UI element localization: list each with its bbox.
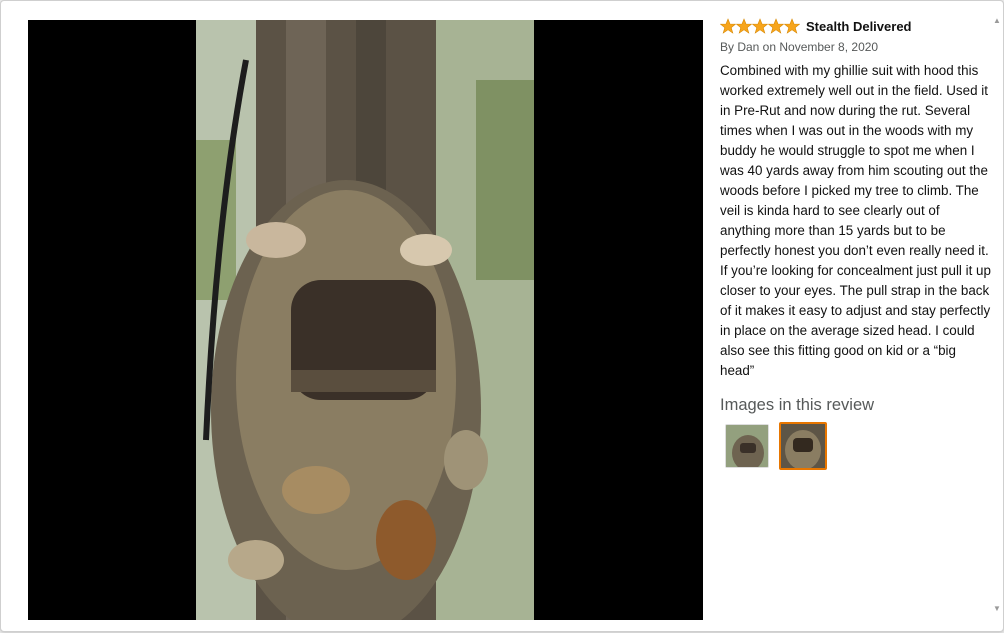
thumbnail-strip [725,422,992,470]
review-details-panel: Stealth Delivered By Dan on November 8, … [720,15,992,615]
star-rating [720,18,800,34]
review-image-thumbnail[interactable] [725,424,769,468]
scroll-up-arrow-icon[interactable]: ▲ [991,15,1003,27]
camo-hood-closeup-thumb-image [781,424,825,468]
scroll-down-arrow-icon[interactable]: ▼ [991,603,1003,615]
review-title[interactable]: Stealth Delivered [806,19,912,34]
panel-scrollbar[interactable]: ▲ ▼ [991,15,1003,615]
review-title-row: Stealth Delivered [720,15,992,37]
review-image-thumbnail-selected[interactable] [779,422,827,470]
image-viewer [28,20,703,620]
camo-hood-photo [196,20,534,620]
star-icon [736,18,752,34]
review-image-modal: Stealth Delivered By Dan on November 8, … [0,0,1004,632]
images-heading: Images in this review [720,396,875,414]
review-body: Combined with my ghillie suit with hood … [720,63,991,378]
star-icon [784,18,800,34]
star-icon [752,18,768,34]
review-byline: By Dan on November 8, 2020 [720,40,879,54]
star-icon [720,18,736,34]
star-icon [768,18,784,34]
review-photo [196,20,534,620]
camo-hood-thumb-image [726,425,768,467]
